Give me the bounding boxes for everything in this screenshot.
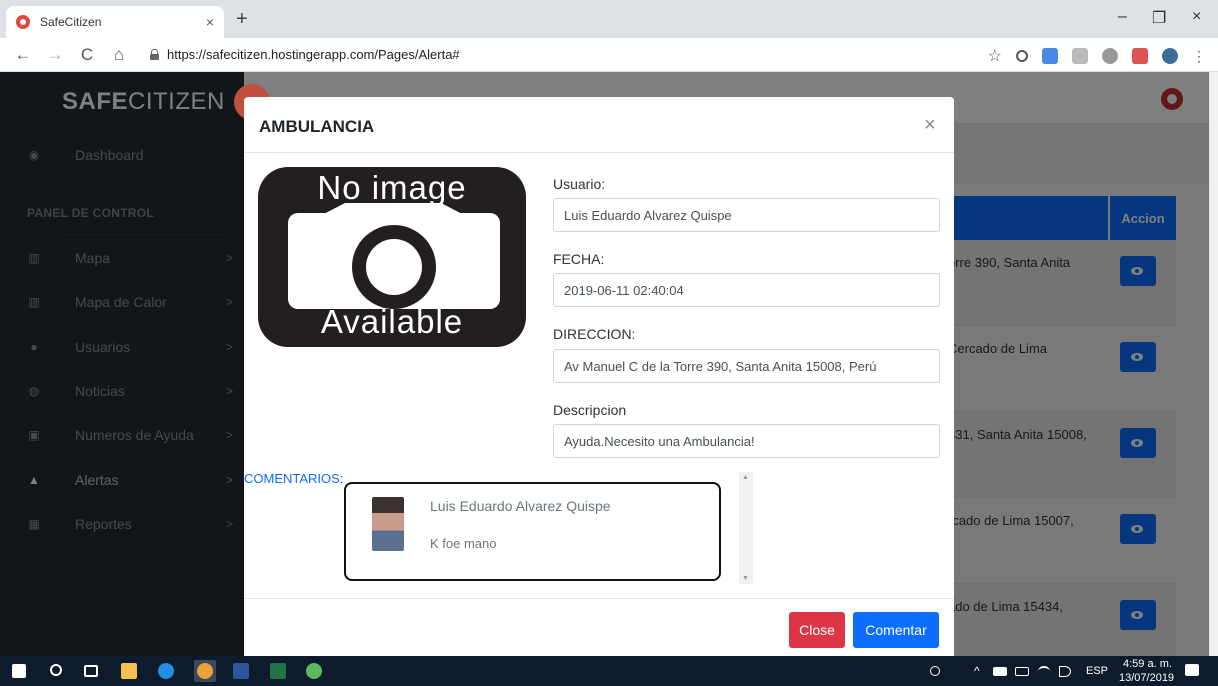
comentar-button[interactable]: Comentar [853, 612, 939, 648]
usuario-label: Usuario: [553, 176, 606, 192]
back-button[interactable]: ← [14, 45, 32, 65]
task-view-icon[interactable] [84, 665, 98, 677]
edge-browser-icon[interactable] [158, 663, 174, 679]
language-indicator[interactable]: ESP [1086, 665, 1108, 677]
comment-author: Luis Eduardo Alvarez Quispe [430, 498, 611, 514]
word-icon[interactable] [233, 663, 249, 679]
network-icon[interactable] [993, 667, 1007, 676]
no-image-placeholder: No image Available [258, 167, 526, 347]
camera-lens-icon [352, 225, 436, 309]
descripcion-field[interactable]: Ayuda.Necesito una Ambulancia! [553, 424, 940, 458]
scroll-up-icon[interactable]: ▲ [742, 474, 749, 481]
tab-close-icon[interactable]: × [206, 14, 214, 30]
bookmark-star-icon[interactable]: ☆ [988, 46, 1002, 66]
window-close-button[interactable]: × [1192, 8, 1201, 26]
clock-date[interactable]: 13/07/2019 [1119, 672, 1174, 684]
address-bar[interactable]: https://safecitizen.hostingerapp.com/Pag… [167, 47, 460, 62]
alert-detail-modal: AMBULANCIA × No image Available Usuario:… [244, 97, 954, 656]
chevron-up-icon[interactable]: ^ [974, 664, 980, 678]
volume-icon[interactable] [1059, 666, 1071, 677]
new-tab-button[interactable]: + [236, 9, 248, 29]
puzzle-extension-icon[interactable] [1102, 48, 1118, 64]
opera-extension-icon[interactable] [1016, 50, 1028, 62]
browser-tab[interactable]: SafeCitizen × [6, 6, 224, 38]
modal-close-icon[interactable]: × [924, 115, 936, 135]
browser-tabstrip: SafeCitizen × + – ❐ × [0, 0, 1218, 38]
forward-button[interactable]: → [46, 45, 64, 65]
windows-start-icon[interactable] [12, 664, 26, 678]
windows-taskbar: ^ ESP 4:59 a. m. 13/07/2019 [0, 656, 1218, 686]
site-favicon-icon [16, 15, 30, 29]
modal-footer-divider [244, 598, 954, 599]
comment-card: Luis Eduardo Alvarez Quispe K foe mano [344, 482, 721, 581]
chrome-icon[interactable] [197, 663, 213, 679]
translate-extension-icon[interactable] [1042, 48, 1058, 64]
profile-avatar-icon[interactable] [1162, 48, 1178, 64]
menu-kebab-icon[interactable]: ⋮ [1192, 48, 1206, 65]
close-button[interactable]: Close [789, 612, 845, 648]
app-icon[interactable] [306, 663, 322, 679]
minimize-button[interactable]: – [1118, 8, 1127, 26]
tab-title: SafeCitizen [40, 15, 102, 29]
browser-toolbar: ← → C ⌂ https://safecitizen.hostingerapp… [0, 38, 1218, 72]
fecha-field[interactable]: 2019-06-11 02:40:04 [553, 273, 940, 307]
usuario-field[interactable]: Luis Eduardo Alvarez Quispe [553, 198, 940, 232]
descripcion-label: Descripcion [553, 402, 627, 418]
modal-divider [244, 152, 954, 153]
reload-button[interactable]: C [78, 45, 96, 65]
people-icon[interactable] [930, 666, 940, 676]
file-explorer-icon[interactable] [121, 663, 137, 679]
excel-icon[interactable] [270, 663, 286, 679]
page-content: SAFECITIZEN ◉ Dashboard PANEL DE CONTROL… [0, 72, 1209, 656]
comments-scrollbar[interactable]: ▲ ▼ [739, 472, 753, 584]
pdf-extension-icon[interactable] [1132, 48, 1148, 64]
home-button[interactable]: ⌂ [110, 45, 128, 65]
extensions-area: ☆ ⋮ [988, 46, 1206, 66]
css-extension-icon[interactable] [1072, 48, 1088, 64]
scroll-down-icon[interactable]: ▼ [742, 575, 749, 582]
battery-icon[interactable] [1015, 667, 1029, 676]
direccion-field[interactable]: Av Manuel C de la Torre 390, Santa Anita… [553, 349, 940, 383]
modal-title: AMBULANCIA [259, 117, 375, 136]
restore-button[interactable]: ❐ [1152, 8, 1166, 28]
comentarios-label: COMENTARIOS: [244, 471, 344, 486]
direccion-label: DIRECCION: [553, 326, 636, 342]
available-text: Available [320, 303, 464, 340]
avatar [372, 497, 404, 551]
wifi-icon[interactable] [1038, 666, 1050, 677]
notifications-icon[interactable] [1185, 664, 1199, 676]
fecha-label: FECHA: [553, 251, 605, 267]
search-icon[interactable] [50, 664, 62, 676]
page-scrollbar[interactable] [1209, 72, 1218, 656]
clock-time[interactable]: 4:59 a. m. [1123, 658, 1172, 670]
no-image-text: No image [317, 169, 467, 206]
lock-icon [150, 49, 159, 60]
comment-text: K foe mano [430, 536, 497, 551]
